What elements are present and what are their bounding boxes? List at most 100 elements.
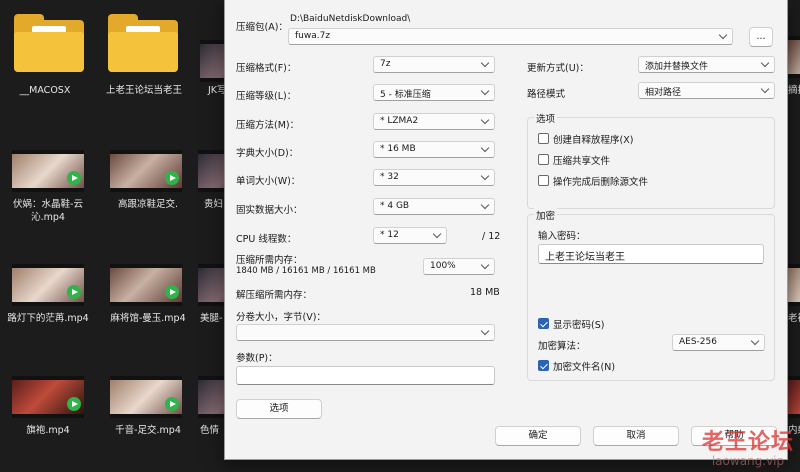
mem-percent-value: 100% (430, 261, 456, 271)
sfx-checkbox[interactable] (538, 133, 549, 144)
chevron-down-icon (480, 200, 490, 210)
video-thumbnail (198, 264, 224, 306)
options-button[interactable]: 选项 (236, 399, 322, 419)
method-value: * LZMA2 (380, 116, 419, 126)
folder-laowang[interactable]: 上老王论坛当老王 (96, 0, 192, 112)
format-select[interactable]: 7z (373, 56, 495, 73)
params-input[interactable] (236, 366, 495, 385)
video-label: 高跟凉鞋足交. (117, 199, 179, 210)
update-label: 更新方式(U)： (527, 63, 589, 74)
params-label: 参数(P)： (236, 353, 278, 364)
cpu-value: * 12 (380, 230, 399, 240)
play-icon (165, 285, 179, 299)
video-label: 千音-足交.mp4 (115, 425, 181, 436)
path-select[interactable]: 相对路径 (638, 82, 775, 99)
video-thumbnail (788, 264, 800, 306)
word-select[interactable]: * 32 (373, 169, 495, 186)
chevron-down-icon (480, 115, 490, 125)
mem-percent-select[interactable]: 100% (423, 258, 495, 275)
play-icon (165, 397, 179, 411)
video-tile-seqing[interactable]: 色情 (196, 376, 224, 456)
password-input[interactable]: 上老王论坛当老王 (538, 244, 764, 264)
video-label: 贵妇 (204, 199, 224, 210)
dict-value: * 16 MB (380, 144, 416, 154)
shared-checkbox[interactable] (538, 154, 549, 165)
folder-macosx[interactable]: __MACOSX (0, 0, 90, 110)
level-label: 压缩等级(L)： (236, 91, 297, 102)
mem-detail: 1840 MB / 16161 MB / 16161 MB (236, 266, 376, 276)
split-select[interactable] (236, 324, 495, 341)
video-thumbnail (12, 150, 84, 192)
word-value: * 32 (380, 172, 399, 182)
add-to-archive-dialog: 压缩包(A)： D:\BaiduNetdiskDownload\ fuwa.7z… (224, 0, 788, 460)
level-select[interactable]: 5 - 标准压缩 (373, 84, 495, 101)
update-select[interactable]: 添加并替换文件 (638, 56, 775, 73)
mem-label: 压缩所需内存： (236, 255, 303, 266)
play-icon (165, 171, 179, 185)
path-label: 路径模式 (527, 89, 566, 100)
archive-name-value: fuwa.7z (295, 31, 331, 41)
video-tile-qianyin[interactable]: 千音-足交.mp4 (100, 376, 196, 456)
level-value: 5 - 标准压缩 (380, 90, 431, 100)
video-tile-right-1[interactable]: 摘托3. (788, 36, 800, 116)
cpu-label: CPU 线程数： (236, 234, 297, 245)
play-icon (67, 171, 81, 185)
options-group-title: 选项 (534, 111, 558, 125)
video-thumbnail (110, 376, 182, 418)
video-label: 旗袍.mp4 (26, 425, 70, 436)
video-tile-guifu[interactable]: 贵妇 (196, 150, 224, 230)
delete-checkbox[interactable] (538, 175, 549, 186)
video-label: 路灯下的茫苒.mp4 (7, 313, 89, 324)
password-label: 输入密码： (538, 231, 586, 242)
archive-label: 压缩包(A)： (236, 22, 288, 33)
method-label: 压缩方法(M)： (236, 120, 300, 131)
encryption-group-title: 加密 (534, 208, 558, 222)
cpu-total: / 12 (482, 231, 501, 242)
method-select[interactable]: * LZMA2 (373, 113, 495, 130)
video-tile-majiang[interactable]: 麻将馆-曼玉.mp4 (100, 264, 196, 344)
archive-dir: D:\BaiduNetdiskDownload\ (290, 14, 411, 24)
video-label: 美腿- (200, 313, 223, 324)
video-tile-right-2[interactable]: 老袜 (788, 264, 800, 344)
cancel-button[interactable]: 取消 (593, 426, 679, 446)
dict-select[interactable]: * 16 MB (373, 141, 495, 158)
chevron-down-icon (760, 58, 770, 68)
show-password-label: 显示密码(S) (553, 320, 605, 331)
format-value: 7z (380, 59, 391, 69)
path-value: 相对路径 (645, 88, 682, 98)
video-tile-ludeng[interactable]: 路灯下的茫苒.mp4 (0, 264, 96, 344)
video-tile-qipao[interactable]: 旗袍.mp4 (0, 376, 96, 456)
video-tile-gaogen[interactable]: 高跟凉鞋足交. (100, 150, 196, 230)
enc-method-select[interactable]: AES-256 (672, 334, 765, 351)
ok-button[interactable]: 确定 (495, 426, 581, 446)
browse-button[interactable]: ... (749, 27, 773, 47)
chevron-down-icon (480, 260, 490, 270)
folder-icon (108, 14, 178, 72)
video-tile-fuwa[interactable]: 伏娲：水晶鞋-云沁.mp4 (0, 150, 96, 230)
word-label: 单词大小(W)： (236, 176, 301, 187)
video-thumbnail (110, 264, 182, 306)
play-icon (67, 397, 81, 411)
decomp-value: 18 MB (470, 287, 500, 298)
video-tile-jk[interactable]: JK写 (196, 40, 272, 100)
split-label: 分卷大小，字节(V)： (236, 312, 326, 323)
video-label: 伏娲：水晶鞋-云沁.mp4 (13, 199, 83, 223)
show-password-checkbox[interactable] (538, 318, 549, 329)
chevron-down-icon (432, 229, 442, 239)
dict-label: 字典大小(D)： (236, 148, 299, 159)
play-icon (67, 285, 81, 299)
update-value: 添加并替换文件 (645, 62, 709, 72)
chevron-down-icon (718, 30, 728, 40)
archive-name-combo[interactable]: fuwa.7z (288, 28, 733, 45)
delete-label: 操作完成后删除源文件 (553, 177, 649, 188)
shared-label: 压缩共享文件 (553, 156, 611, 167)
video-tile-meitui[interactable]: 美腿- (196, 264, 224, 344)
chevron-down-icon (480, 171, 490, 181)
cpu-select[interactable]: * 12 (373, 227, 447, 244)
enc-method-value: AES-256 (679, 337, 717, 347)
video-label: 摘托3. (788, 85, 800, 96)
watermark-title: 老王论坛 (701, 429, 794, 455)
encrypt-names-checkbox[interactable] (538, 360, 549, 371)
solid-label: 固实数据大小： (236, 205, 303, 216)
solid-select[interactable]: * 4 GB (373, 198, 495, 215)
